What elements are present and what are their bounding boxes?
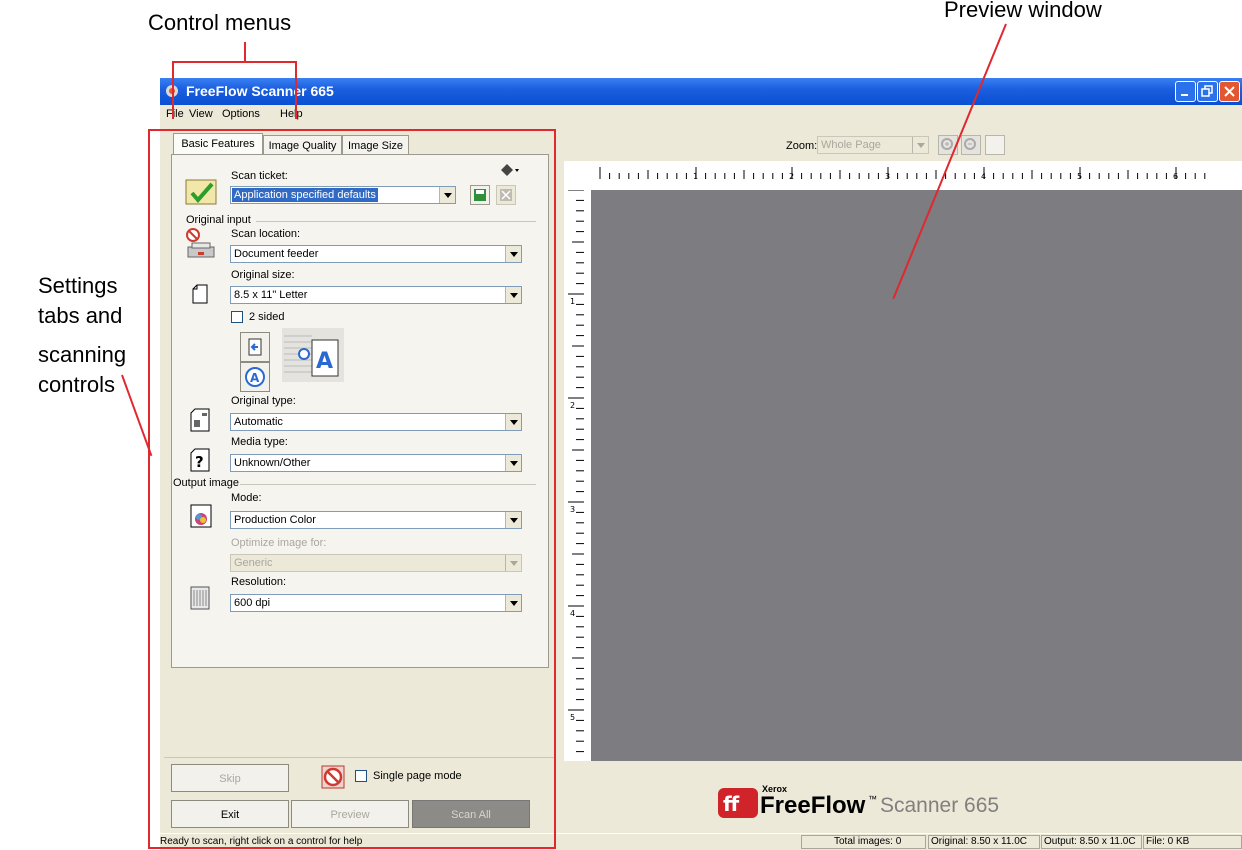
annotation-preview-window: Preview window [944, 0, 1102, 22]
window-title: FreeFlow Scanner 665 [186, 83, 334, 99]
menu-file[interactable]: File [166, 108, 184, 120]
menu-view[interactable]: View [189, 108, 213, 120]
menus-bracket-stem [244, 42, 246, 62]
status-output: Output: 8.50 x 11.0C [1044, 836, 1136, 847]
zoom-select[interactable]: Whole Page [817, 136, 929, 154]
zoom-out-icon[interactable] [961, 135, 981, 155]
ruler-label: 1 [693, 172, 698, 181]
ruler-label: 4 [570, 609, 575, 618]
brand-trademark: ™ [868, 794, 877, 804]
fit-page-icon[interactable] [985, 135, 1005, 155]
brand-model: Scanner 665 [880, 794, 1000, 817]
annotation-control-menus: Control menus [148, 10, 292, 35]
status-total-images: Total images: 0 [834, 836, 902, 847]
preview-area[interactable] [591, 190, 1242, 761]
annotation-settings-line4: controls [38, 372, 116, 397]
annotation-settings-line2: tabs and [38, 303, 123, 328]
menu-options[interactable]: Options [222, 108, 260, 120]
minimize-button[interactable] [1175, 81, 1196, 102]
svg-text:ff: ff [723, 792, 740, 816]
ruler-label: 3 [885, 172, 890, 181]
brand-product: FreeFlow [760, 792, 866, 819]
horizontal-ruler: 1 2 3 4 5 6 [564, 161, 1242, 191]
annotation-settings-line3: scanning [38, 342, 127, 367]
status-file: File: 0 KB [1146, 836, 1190, 847]
close-button[interactable] [1219, 81, 1240, 102]
menu-help[interactable]: Help [280, 108, 303, 120]
settings-highlight-box [148, 129, 556, 849]
menus-bracket-right [295, 61, 297, 119]
ruler-label: 2 [789, 172, 794, 181]
title-bar: FreeFlow Scanner 665 [160, 78, 1242, 105]
status-original: Original: 8.50 x 11.0C [931, 836, 1027, 847]
ruler-label: 5 [570, 713, 575, 722]
annotation-settings-line1: Settings [38, 273, 118, 298]
ruler-label: 3 [570, 505, 575, 514]
zoom-label: Zoom: [786, 140, 818, 152]
restore-button[interactable] [1197, 81, 1218, 102]
menus-bracket-top [172, 61, 296, 63]
ruler-label: 1 [570, 297, 575, 306]
xerox-logo-icon: ff [718, 788, 758, 818]
chevron-down-icon [912, 137, 928, 153]
zoom-value: Whole Page [821, 139, 881, 151]
menu-bar: File View Options Help [160, 105, 1242, 125]
ruler-label: 2 [570, 401, 575, 410]
vertical-ruler: 1 2 3 4 5 [564, 190, 591, 761]
ruler-label: 6 [1173, 172, 1178, 181]
menus-bracket-left [172, 61, 174, 119]
ruler-label: 5 [1077, 172, 1082, 181]
ruler-label: 4 [981, 172, 986, 181]
